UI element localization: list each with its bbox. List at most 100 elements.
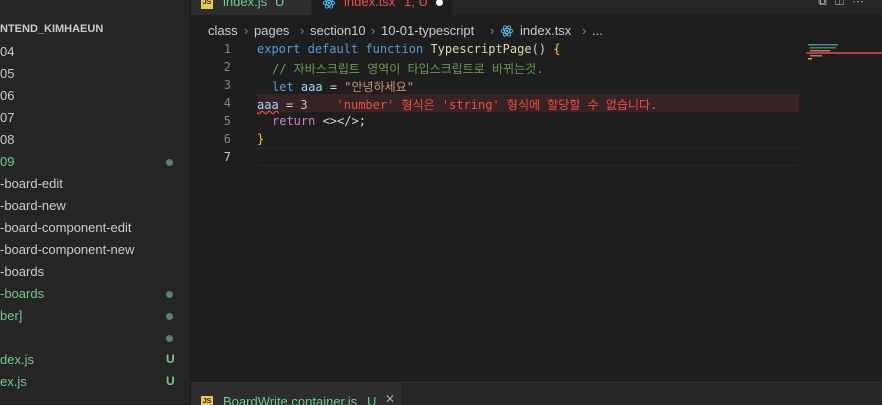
current-line-highlight bbox=[257, 148, 799, 166]
chevron-right-icon: › bbox=[300, 23, 305, 38]
inline-error-message: 'number' 형식은 'string' 형식에 할당할 수 없습니다. bbox=[336, 98, 658, 112]
sidebar-item[interactable]: dex.js U bbox=[0, 349, 190, 371]
react-icon bbox=[500, 25, 514, 37]
compare-icon[interactable]: ⧉ bbox=[818, 0, 835, 8]
tab-index-js[interactable]: JS index.js U bbox=[191, 0, 311, 15]
bottom-editor-group-tabs: JS BoardWrite.container.js U ✕ bbox=[191, 382, 882, 405]
sidebar-item-label: 06 bbox=[0, 88, 15, 103]
keyword: default bbox=[307, 42, 359, 56]
sidebar-item[interactable]: 05 bbox=[0, 63, 190, 85]
tab-boardwrite-container[interactable]: JS BoardWrite.container.js U ✕ bbox=[191, 383, 401, 405]
close-icon[interactable]: ✕ bbox=[385, 392, 395, 405]
tab-label: index.js bbox=[223, 0, 268, 9]
keyword: export bbox=[257, 42, 301, 56]
sidebar-item[interactable]: 06 bbox=[0, 85, 190, 107]
breadcrumb: class › pages › section10 › 10-01-typesc… bbox=[191, 20, 882, 42]
tab-label: BoardWrite.container.js bbox=[223, 394, 358, 405]
line-number: 5 bbox=[223, 114, 231, 128]
chevron-right-icon: › bbox=[244, 23, 249, 38]
sidebar-item[interactable]: 07 bbox=[0, 107, 190, 129]
comment: // 자바스크립트 영역이 타입스크립트로 바뀌는것. bbox=[272, 62, 544, 76]
code-line[interactable]: } bbox=[257, 132, 264, 150]
chevron-right-icon: › bbox=[490, 23, 495, 38]
variable: aaa bbox=[300, 80, 323, 94]
git-modified-dot-icon bbox=[166, 313, 173, 320]
sidebar-item[interactable] bbox=[0, 327, 190, 349]
sidebar-item-label: 07 bbox=[0, 110, 15, 125]
code-line[interactable]: let aaa = "안녕하세요" bbox=[272, 78, 414, 96]
line-number: 6 bbox=[223, 132, 231, 146]
breadcrumb-item[interactable]: pages bbox=[254, 23, 289, 38]
sidebar-item[interactable]: -board-component-edit bbox=[0, 217, 190, 239]
breadcrumb-item[interactable]: 10-01-typescript bbox=[381, 23, 474, 38]
unsaved-dot-icon[interactable] bbox=[436, 0, 443, 6]
keyword: function bbox=[365, 42, 424, 56]
breadcrumb-item[interactable]: ... bbox=[592, 23, 603, 38]
more-icon[interactable]: ⋯ bbox=[852, 0, 872, 8]
sidebar-item[interactable]: -board-edit bbox=[0, 173, 190, 195]
sidebar-item[interactable]: ex.js U bbox=[0, 371, 190, 393]
git-modified-dot-icon bbox=[166, 335, 173, 342]
sidebar-item-label: 04 bbox=[0, 44, 15, 59]
tab-index-tsx[interactable]: index.tsx 1, U bbox=[312, 0, 452, 15]
sidebar-item-label: ber] bbox=[0, 308, 23, 323]
sidebar-item-label: 08 bbox=[0, 132, 15, 147]
line-number: 4 bbox=[223, 96, 231, 110]
git-status-badge: U bbox=[166, 374, 175, 388]
sidebar-item[interactable]: -board-new bbox=[0, 195, 190, 217]
code-line[interactable]: return <></>; bbox=[272, 114, 366, 132]
sidebar-item-label: 05 bbox=[0, 66, 15, 81]
sidebar-item[interactable]: -board-component-new bbox=[0, 239, 190, 261]
code-line[interactable]: // 자바스크립트 영역이 타입스크립트로 바뀌는것. bbox=[272, 60, 543, 78]
git-status-badge: U bbox=[166, 352, 175, 366]
error-variable: aaa bbox=[257, 98, 279, 112]
vscode-window: ··· NTEND_KIMHAEUN 04 05 06 07 08 09 -board-ed… bbox=[0, 0, 882, 405]
code-line[interactable]: aaa = 3 'number' 형식은 'string' 형식에 할당할 수 … bbox=[257, 96, 657, 114]
tab-status: U bbox=[275, 0, 285, 9]
more-actions-icon[interactable]: ··· bbox=[160, 0, 179, 8]
chevron-right-icon: › bbox=[582, 23, 587, 38]
sidebar-item[interactable]: -boards bbox=[0, 283, 190, 305]
sidebar-item[interactable]: 08 bbox=[0, 129, 190, 151]
minimap[interactable] bbox=[806, 42, 882, 382]
jsx-fragment: <></>; bbox=[315, 114, 366, 128]
git-modified-dot-icon bbox=[166, 159, 173, 166]
function-name: TypescriptPage bbox=[430, 42, 532, 56]
react-icon bbox=[322, 0, 336, 9]
sidebar-item[interactable]: ber] bbox=[0, 305, 190, 327]
editor-tab-bar: JS index.js U index.tsx 1, U ⧉◫⋯ bbox=[191, 0, 882, 15]
tab-status: 1, U bbox=[404, 0, 428, 9]
tab-label: index.tsx bbox=[344, 0, 396, 9]
breadcrumb-item[interactable]: index.tsx bbox=[520, 23, 571, 38]
sidebar-item[interactable]: -boards bbox=[0, 261, 190, 283]
line-number: 3 bbox=[223, 78, 231, 92]
explorer-sidebar: ··· NTEND_KIMHAEUN 04 05 06 07 08 09 -board-ed… bbox=[0, 0, 191, 404]
line-number: 2 bbox=[223, 60, 231, 74]
sidebar-item-label: -board-new bbox=[0, 198, 66, 213]
punctuation: () bbox=[531, 42, 554, 56]
operator: = bbox=[322, 80, 345, 94]
split-editor-icon[interactable]: ◫ bbox=[835, 0, 852, 8]
sidebar-item-label: -boards bbox=[0, 264, 45, 279]
code-editor[interactable]: 1 2 3 4 5 6 7 export default function Ty… bbox=[191, 42, 882, 382]
chevron-right-icon: › bbox=[371, 23, 376, 38]
sidebar-item-label: ex.js bbox=[0, 374, 27, 389]
operator: = bbox=[278, 98, 301, 112]
explorer-root-folder[interactable]: NTEND_KIMHAEUN bbox=[0, 23, 103, 35]
line-number: 7 bbox=[223, 150, 231, 164]
bracket: { bbox=[553, 42, 561, 56]
git-modified-dot-icon bbox=[166, 291, 173, 298]
sidebar-item-label: -board-component-new bbox=[0, 242, 135, 257]
line-number: 1 bbox=[223, 42, 231, 56]
number-literal: 3 bbox=[300, 98, 308, 112]
keyword: return bbox=[272, 114, 316, 128]
code-line[interactable]: export default function TypescriptPage()… bbox=[257, 42, 561, 60]
sidebar-item[interactable]: 09 bbox=[0, 151, 190, 173]
breadcrumb-item[interactable]: section10 bbox=[310, 23, 366, 38]
tab-status: U bbox=[367, 394, 377, 405]
keyword: let bbox=[272, 80, 294, 94]
breadcrumb-item[interactable]: class bbox=[208, 23, 238, 38]
sidebar-item-label: -board-component-edit bbox=[0, 220, 132, 235]
sidebar-item[interactable]: 04 bbox=[0, 41, 190, 63]
js-file-icon: JS bbox=[201, 0, 213, 9]
